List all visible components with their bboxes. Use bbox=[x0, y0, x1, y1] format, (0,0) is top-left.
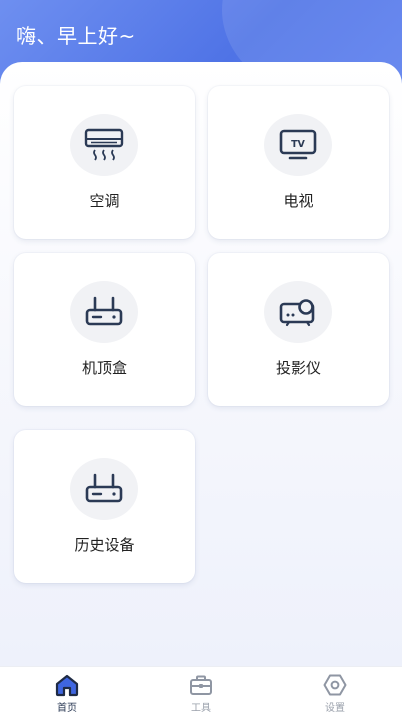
device-card-air-conditioner[interactable]: 空调 bbox=[14, 86, 195, 239]
device-label: 空调 bbox=[89, 192, 120, 210]
settings-hexagon-icon bbox=[323, 674, 347, 696]
projector-icon bbox=[279, 299, 315, 327]
greeting-text: 嗨、早上好~ bbox=[16, 24, 136, 48]
device-card-projector[interactable]: 投影仪 bbox=[208, 253, 389, 406]
tab-label: 设置 bbox=[325, 703, 345, 714]
icon-circle: TV bbox=[264, 114, 332, 176]
tab-tools[interactable]: 工具 bbox=[134, 667, 268, 717]
home-icon bbox=[55, 674, 79, 697]
tab-home[interactable]: 首页 bbox=[0, 667, 134, 717]
device-card-set-top-box[interactable]: 机顶盒 bbox=[14, 253, 195, 406]
tv-icon-text: TV bbox=[291, 139, 305, 150]
set-top-box-icon bbox=[85, 296, 123, 326]
device-label: 机顶盒 bbox=[81, 359, 127, 377]
toolbox-icon bbox=[190, 675, 212, 695]
device-label: 历史设备 bbox=[74, 536, 135, 554]
device-card-history[interactable]: 历史设备 bbox=[14, 430, 195, 583]
icon-circle bbox=[70, 114, 138, 176]
air-conditioner-icon bbox=[84, 128, 124, 161]
bottom-tab-bar: 首页 工具 设置 bbox=[0, 666, 402, 717]
router-icon bbox=[85, 473, 123, 503]
icon-circle bbox=[70, 281, 138, 343]
tab-settings[interactable]: 设置 bbox=[268, 667, 402, 717]
tv-icon: TV bbox=[279, 129, 317, 160]
device-card-tv[interactable]: TV 电视 bbox=[208, 86, 389, 239]
tab-label: 工具 bbox=[191, 703, 211, 714]
device-label: 电视 bbox=[283, 192, 314, 210]
icon-circle bbox=[70, 458, 138, 520]
tab-label: 首页 bbox=[57, 703, 77, 714]
icon-circle bbox=[264, 281, 332, 343]
device-label: 投影仪 bbox=[275, 359, 321, 377]
